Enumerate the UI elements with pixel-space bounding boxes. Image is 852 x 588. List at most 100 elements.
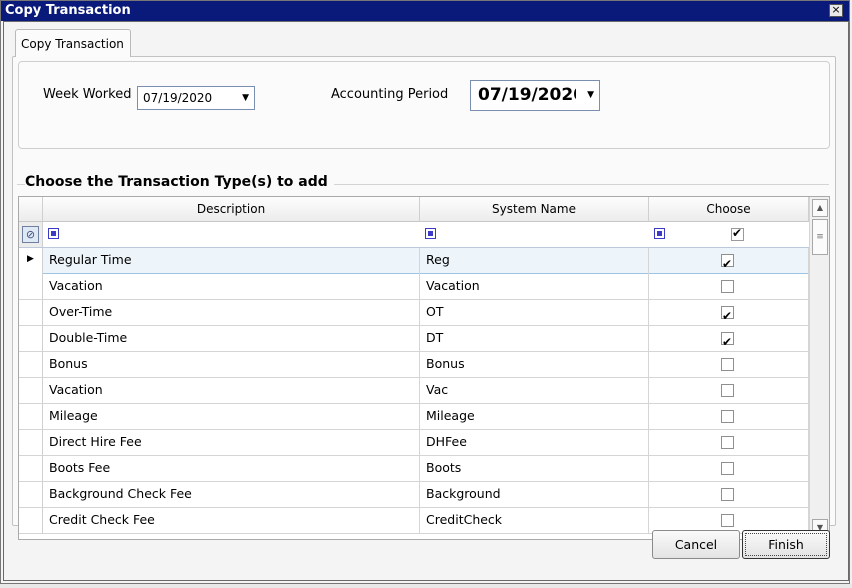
- column-header-description[interactable]: Description: [43, 197, 420, 222]
- chevron-down-icon[interactable]: ▼: [587, 81, 594, 110]
- table-row[interactable]: Vacation Vac: [19, 378, 809, 404]
- system-name-cell[interactable]: Vac: [420, 378, 649, 404]
- vertical-scrollbar[interactable]: ▲ ≡ ▼: [809, 197, 829, 539]
- filter-choose-checkbox[interactable]: [731, 226, 744, 241]
- group-title: Choose the Transaction Type(s) to add: [25, 174, 334, 190]
- choose-checkbox[interactable]: [721, 358, 734, 371]
- system-name-cell[interactable]: OT: [420, 300, 649, 326]
- row-selector[interactable]: [19, 508, 43, 534]
- filter-row: ⊘: [19, 222, 809, 248]
- filter-row-header: ⊘: [19, 222, 43, 247]
- filter-icon[interactable]: [425, 228, 436, 239]
- table-row[interactable]: Over-Time OT: [19, 300, 809, 326]
- tab-panel: Week Worked 07/19/2020 ▼ Accounting Peri…: [12, 56, 836, 540]
- period-box: Week Worked 07/19/2020 ▼ Accounting Peri…: [18, 61, 830, 149]
- choose-cell: [649, 300, 809, 326]
- choose-cell: [649, 378, 809, 404]
- column-header-choose[interactable]: Choose: [649, 197, 809, 222]
- row-selector[interactable]: [19, 404, 43, 430]
- row-selector[interactable]: [19, 430, 43, 456]
- choose-checkbox[interactable]: [721, 462, 734, 475]
- description-cell[interactable]: Over-Time: [43, 300, 420, 326]
- table-row[interactable]: ▶ Regular Time Reg: [19, 248, 809, 274]
- choose-cell: [649, 248, 809, 274]
- accounting-period-label: Accounting Period: [331, 87, 449, 102]
- accounting-period-picker[interactable]: 07/19/2020 ▼: [470, 80, 600, 111]
- table-row[interactable]: Bonus Bonus: [19, 352, 809, 378]
- column-header-system-name[interactable]: System Name: [420, 197, 649, 222]
- background-window-edge: [0, 584, 852, 588]
- choose-cell: [649, 404, 809, 430]
- copy-transaction-window: Copy Transaction × Copy Transaction Week…: [0, 0, 850, 584]
- row-selector[interactable]: [19, 378, 43, 404]
- choose-checkbox[interactable]: [721, 252, 734, 274]
- description-cell[interactable]: Vacation: [43, 274, 420, 300]
- finish-button[interactable]: Finish: [742, 530, 830, 559]
- system-name-cell[interactable]: Background: [420, 482, 649, 508]
- row-header-corner: [19, 197, 43, 222]
- week-worked-label: Week Worked: [43, 87, 132, 102]
- filter-icon[interactable]: [48, 228, 59, 239]
- description-cell[interactable]: Boots Fee: [43, 456, 420, 482]
- close-icon[interactable]: ×: [829, 4, 843, 17]
- scrollbar-thumb[interactable]: ≡: [812, 219, 828, 255]
- row-selector[interactable]: [19, 456, 43, 482]
- choose-checkbox[interactable]: [721, 280, 734, 293]
- description-cell[interactable]: Regular Time: [43, 248, 420, 274]
- window-title: Copy Transaction: [5, 3, 131, 18]
- system-name-cell[interactable]: Vacation: [420, 274, 649, 300]
- system-name-cell[interactable]: Mileage: [420, 404, 649, 430]
- description-cell[interactable]: Credit Check Fee: [43, 508, 420, 534]
- choose-checkbox[interactable]: [721, 514, 734, 527]
- tab-copy-transaction[interactable]: Copy Transaction: [15, 29, 131, 57]
- transaction-types-grid: Description System Name Choose ⊘ ▶: [18, 196, 830, 540]
- table-row[interactable]: Double-Time DT: [19, 326, 809, 352]
- choose-cell: [649, 482, 809, 508]
- description-cell[interactable]: Double-Time: [43, 326, 420, 352]
- description-cell[interactable]: Vacation: [43, 378, 420, 404]
- scroll-up-icon[interactable]: ▲: [812, 199, 828, 217]
- choose-checkbox[interactable]: [721, 330, 734, 352]
- title-bar: Copy Transaction ×: [1, 1, 849, 21]
- row-selector[interactable]: [19, 300, 43, 326]
- choose-cell: [649, 456, 809, 482]
- cancel-button[interactable]: Cancel: [652, 530, 740, 559]
- choose-cell: [649, 430, 809, 456]
- table-row[interactable]: Direct Hire Fee DHFee: [19, 430, 809, 456]
- row-selector[interactable]: [19, 482, 43, 508]
- table-row[interactable]: Boots Fee Boots: [19, 456, 809, 482]
- row-selector[interactable]: [19, 274, 43, 300]
- system-name-cell[interactable]: Bonus: [420, 352, 649, 378]
- week-worked-picker[interactable]: 07/19/2020 ▼: [137, 86, 255, 110]
- table-row[interactable]: Mileage Mileage: [19, 404, 809, 430]
- row-selector[interactable]: [19, 326, 43, 352]
- table-row[interactable]: Background Check Fee Background: [19, 482, 809, 508]
- choose-checkbox[interactable]: [721, 384, 734, 397]
- system-name-cell[interactable]: DT: [420, 326, 649, 352]
- choose-cell: [649, 274, 809, 300]
- chevron-down-icon[interactable]: ▼: [242, 87, 249, 109]
- system-name-cell[interactable]: Reg: [420, 248, 649, 274]
- clear-filter-icon[interactable]: ⊘: [22, 226, 39, 243]
- row-selector[interactable]: [19, 352, 43, 378]
- table-row[interactable]: Vacation Vacation: [19, 274, 809, 300]
- dialog-body: Copy Transaction Week Worked 07/19/2020 …: [3, 21, 849, 581]
- choose-checkbox[interactable]: [721, 488, 734, 501]
- description-cell[interactable]: Background Check Fee: [43, 482, 420, 508]
- choose-checkbox[interactable]: [721, 304, 734, 326]
- filter-icon[interactable]: [654, 228, 665, 239]
- week-worked-value: 07/19/2020: [143, 91, 213, 105]
- description-cell[interactable]: Mileage: [43, 404, 420, 430]
- description-cell[interactable]: Direct Hire Fee: [43, 430, 420, 456]
- choose-cell: [649, 352, 809, 378]
- choose-checkbox[interactable]: [721, 436, 734, 449]
- description-cell[interactable]: Bonus: [43, 352, 420, 378]
- system-name-cell[interactable]: DHFee: [420, 430, 649, 456]
- row-pointer-icon: ▶: [27, 254, 34, 264]
- system-name-cell[interactable]: Boots: [420, 456, 649, 482]
- system-name-cell[interactable]: CreditCheck: [420, 508, 649, 534]
- choose-checkbox[interactable]: [721, 410, 734, 423]
- choose-cell: [649, 326, 809, 352]
- accounting-period-value: 07/19/2020: [478, 85, 576, 105]
- row-selector[interactable]: ▶: [19, 248, 43, 274]
